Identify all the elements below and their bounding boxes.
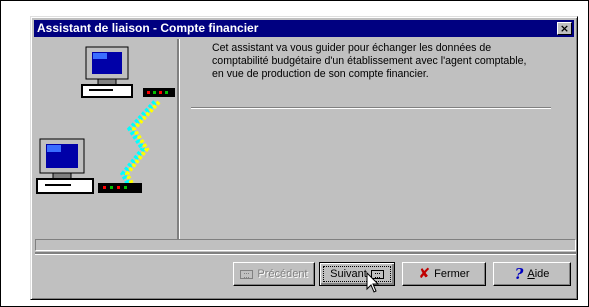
illustration-panel xyxy=(35,39,177,246)
help-button[interactable]: ? Aide xyxy=(493,262,571,286)
next-button-label: Suivant xyxy=(330,268,367,280)
title-bar[interactable]: Assistant de liaison - Compte financier … xyxy=(34,20,574,37)
intro-line-3: en vue de production de son compte finan… xyxy=(212,68,429,80)
top-computer-icon xyxy=(81,46,175,98)
help-button-label: Aide xyxy=(527,268,549,280)
help-accelerator: A xyxy=(527,268,535,280)
intro-line-2: comptabilité budgétaire d'un établisseme… xyxy=(212,55,527,67)
keyboard-icon xyxy=(240,269,254,279)
previous-button-label: Précédent xyxy=(257,268,308,280)
red-x-icon: ✘ xyxy=(418,266,431,282)
intro-line-1: Cet assistant va vous guider pour échang… xyxy=(212,42,492,54)
previous-button[interactable]: Précédent xyxy=(233,262,315,286)
panel-divider xyxy=(177,39,180,247)
screenshot-frame: Assistant de liaison - Compte financier … xyxy=(0,0,589,307)
close-button-label: Fermer xyxy=(434,268,470,280)
window-title: Assistant de liaison - Compte financier xyxy=(37,21,259,35)
help-label-rest: ide xyxy=(534,268,550,280)
wizard-intro-text: Cet assistant va vous guider pour échang… xyxy=(212,42,572,81)
bottom-computer-icon xyxy=(36,138,142,194)
computers-link-illustration xyxy=(36,46,175,194)
button-row-separator xyxy=(35,252,576,255)
wizard-dialog: Assistant de liaison - Compte financier … xyxy=(30,16,578,300)
content-separator xyxy=(191,107,551,109)
next-button[interactable]: Suivant xyxy=(319,262,395,286)
window-close-button[interactable]: × xyxy=(557,22,572,35)
status-bar xyxy=(35,239,576,251)
question-mark-icon: ? xyxy=(514,265,524,283)
mouse-pointer-icon xyxy=(366,272,380,293)
connection-lightning-icon xyxy=(120,100,161,191)
close-button[interactable]: ✘ Fermer xyxy=(402,262,486,286)
